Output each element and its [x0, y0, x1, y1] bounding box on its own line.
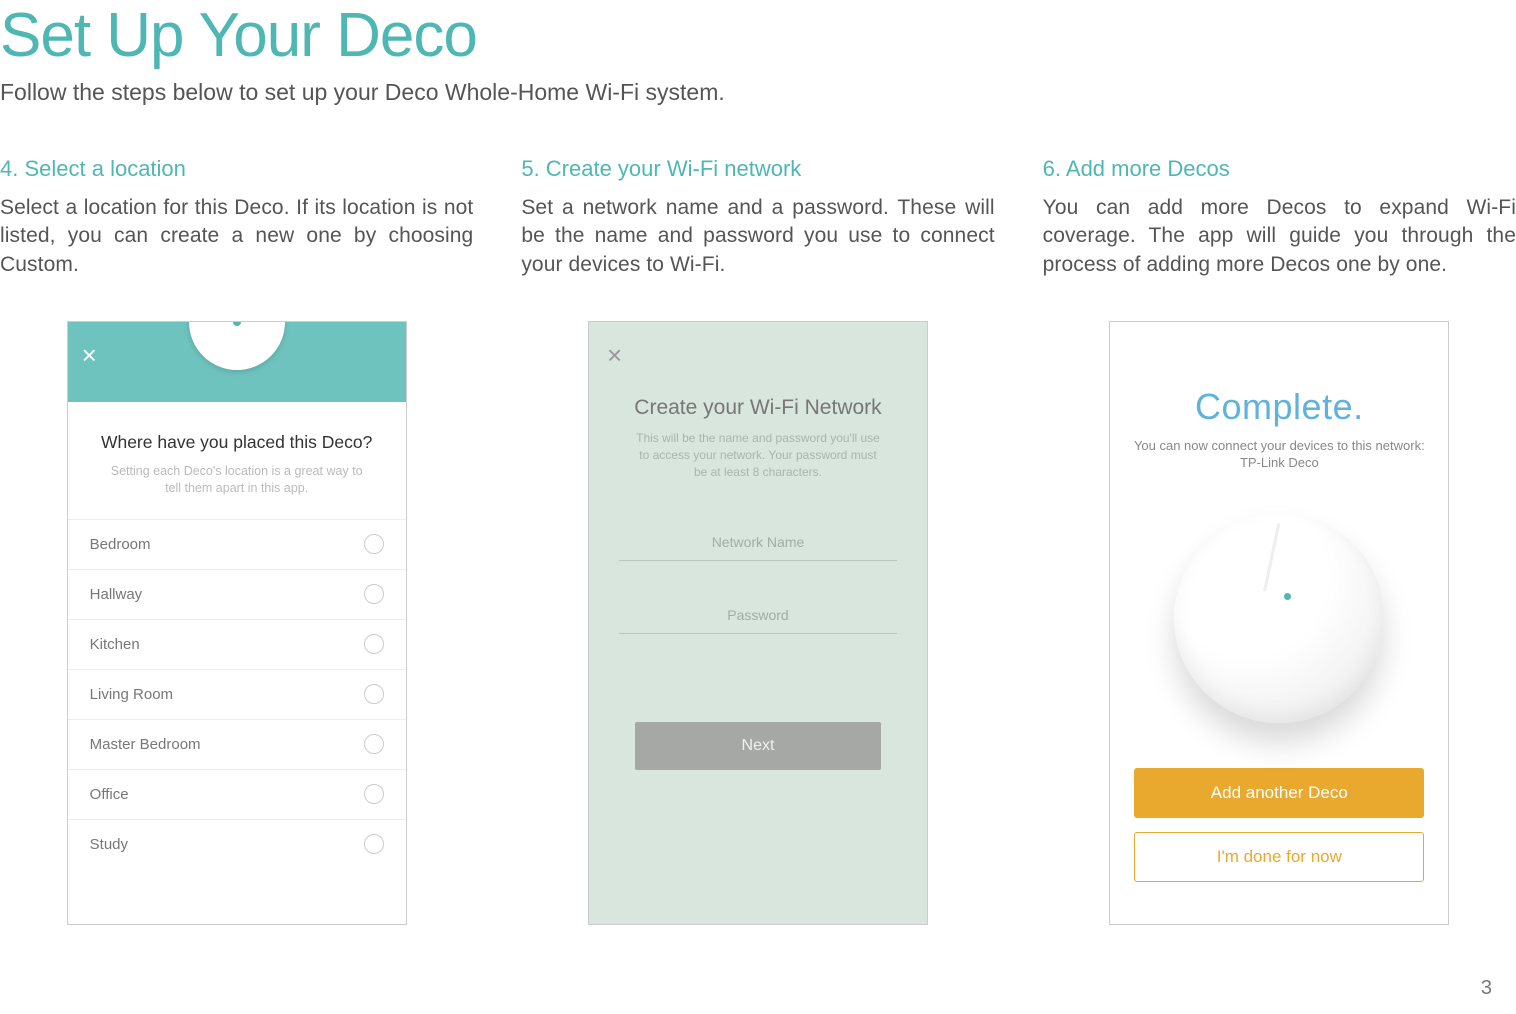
location-option-living-room[interactable]: Living Room [68, 669, 406, 719]
step-6: 6. Add more Decos You can add more Decos… [1043, 156, 1516, 925]
location-option-bedroom[interactable]: Bedroom [68, 519, 406, 569]
deco-notch [1263, 523, 1280, 592]
radio-icon [364, 784, 384, 804]
done-for-now-button[interactable]: I'm done for now [1134, 832, 1424, 882]
radio-icon [364, 834, 384, 854]
phone-location-screenshot: × Where have you placed this Deco? Setti… [67, 321, 407, 925]
step-4: 4. Select a location Select a location f… [0, 156, 473, 925]
page-title: Set Up Your Deco [0, 0, 1516, 79]
radio-icon [364, 634, 384, 654]
progress-dial-icon [189, 321, 285, 370]
next-button[interactable]: Next [635, 722, 881, 770]
phone1-subtext: Setting each Deco's location is a great … [68, 463, 406, 519]
deco-disc-icon [1174, 513, 1384, 723]
location-option-kitchen[interactable]: Kitchen [68, 619, 406, 669]
radio-icon [364, 534, 384, 554]
location-label: Office [90, 786, 129, 803]
phone2-heading: Create your Wi-Fi Network [589, 396, 927, 420]
network-name-placeholder: Network Name [712, 534, 805, 550]
steps-row: 4. Select a location Select a location f… [0, 156, 1516, 925]
phone1-header: × [68, 322, 406, 402]
phone-complete-screenshot: Complete. You can now connect your devic… [1109, 321, 1449, 925]
step-5-body: Set a network name and a password. These… [521, 194, 994, 279]
step-4-heading: 4. Select a location [0, 156, 473, 182]
network-name-input[interactable]: Network Name [619, 534, 897, 561]
location-label: Study [90, 836, 128, 853]
page-number: 3 [1481, 977, 1492, 1000]
location-option-hallway[interactable]: Hallway [68, 569, 406, 619]
phone-wifi-screenshot: × Create your Wi-Fi Network This will be… [588, 321, 928, 925]
add-another-deco-button[interactable]: Add another Deco [1134, 768, 1424, 818]
close-icon[interactable]: × [82, 340, 97, 371]
location-label: Kitchen [90, 636, 140, 653]
location-label: Living Room [90, 686, 173, 703]
close-icon[interactable]: × [607, 340, 622, 371]
password-placeholder: Password [727, 607, 788, 623]
step-6-heading: 6. Add more Decos [1043, 156, 1516, 182]
location-option-study[interactable]: Study [68, 819, 406, 869]
location-list: Bedroom Hallway Kitchen Living Room Mast… [68, 519, 406, 869]
radio-icon [364, 584, 384, 604]
phone3-heading: Complete. [1110, 386, 1448, 428]
radio-icon [364, 684, 384, 704]
location-label: Master Bedroom [90, 736, 201, 753]
radio-icon [364, 734, 384, 754]
manual-page: Set Up Your Deco Follow the steps below … [0, 0, 1516, 1014]
step-6-body: You can add more Decos to expand Wi-Fi c… [1043, 194, 1516, 279]
step-5: 5. Create your Wi-Fi network Set a netwo… [521, 156, 994, 925]
step-4-body: Select a location for this Deco. If its … [0, 194, 473, 279]
phone1-heading: Where have you placed this Deco? [88, 432, 386, 453]
password-input[interactable]: Password [619, 607, 897, 634]
phone3-subtext: You can now connect your devices to this… [1110, 438, 1448, 453]
location-option-master-bedroom[interactable]: Master Bedroom [68, 719, 406, 769]
phone3-network-name: TP-Link Deco [1110, 455, 1448, 470]
deco-device-image [1159, 498, 1399, 738]
location-option-office[interactable]: Office [68, 769, 406, 819]
step-5-heading: 5. Create your Wi-Fi network [521, 156, 994, 182]
phone2-subtext: This will be the name and password you'l… [589, 420, 927, 480]
page-subtitle: Follow the steps below to set up your De… [0, 79, 1516, 156]
location-label: Bedroom [90, 536, 151, 553]
location-label: Hallway [90, 586, 143, 603]
